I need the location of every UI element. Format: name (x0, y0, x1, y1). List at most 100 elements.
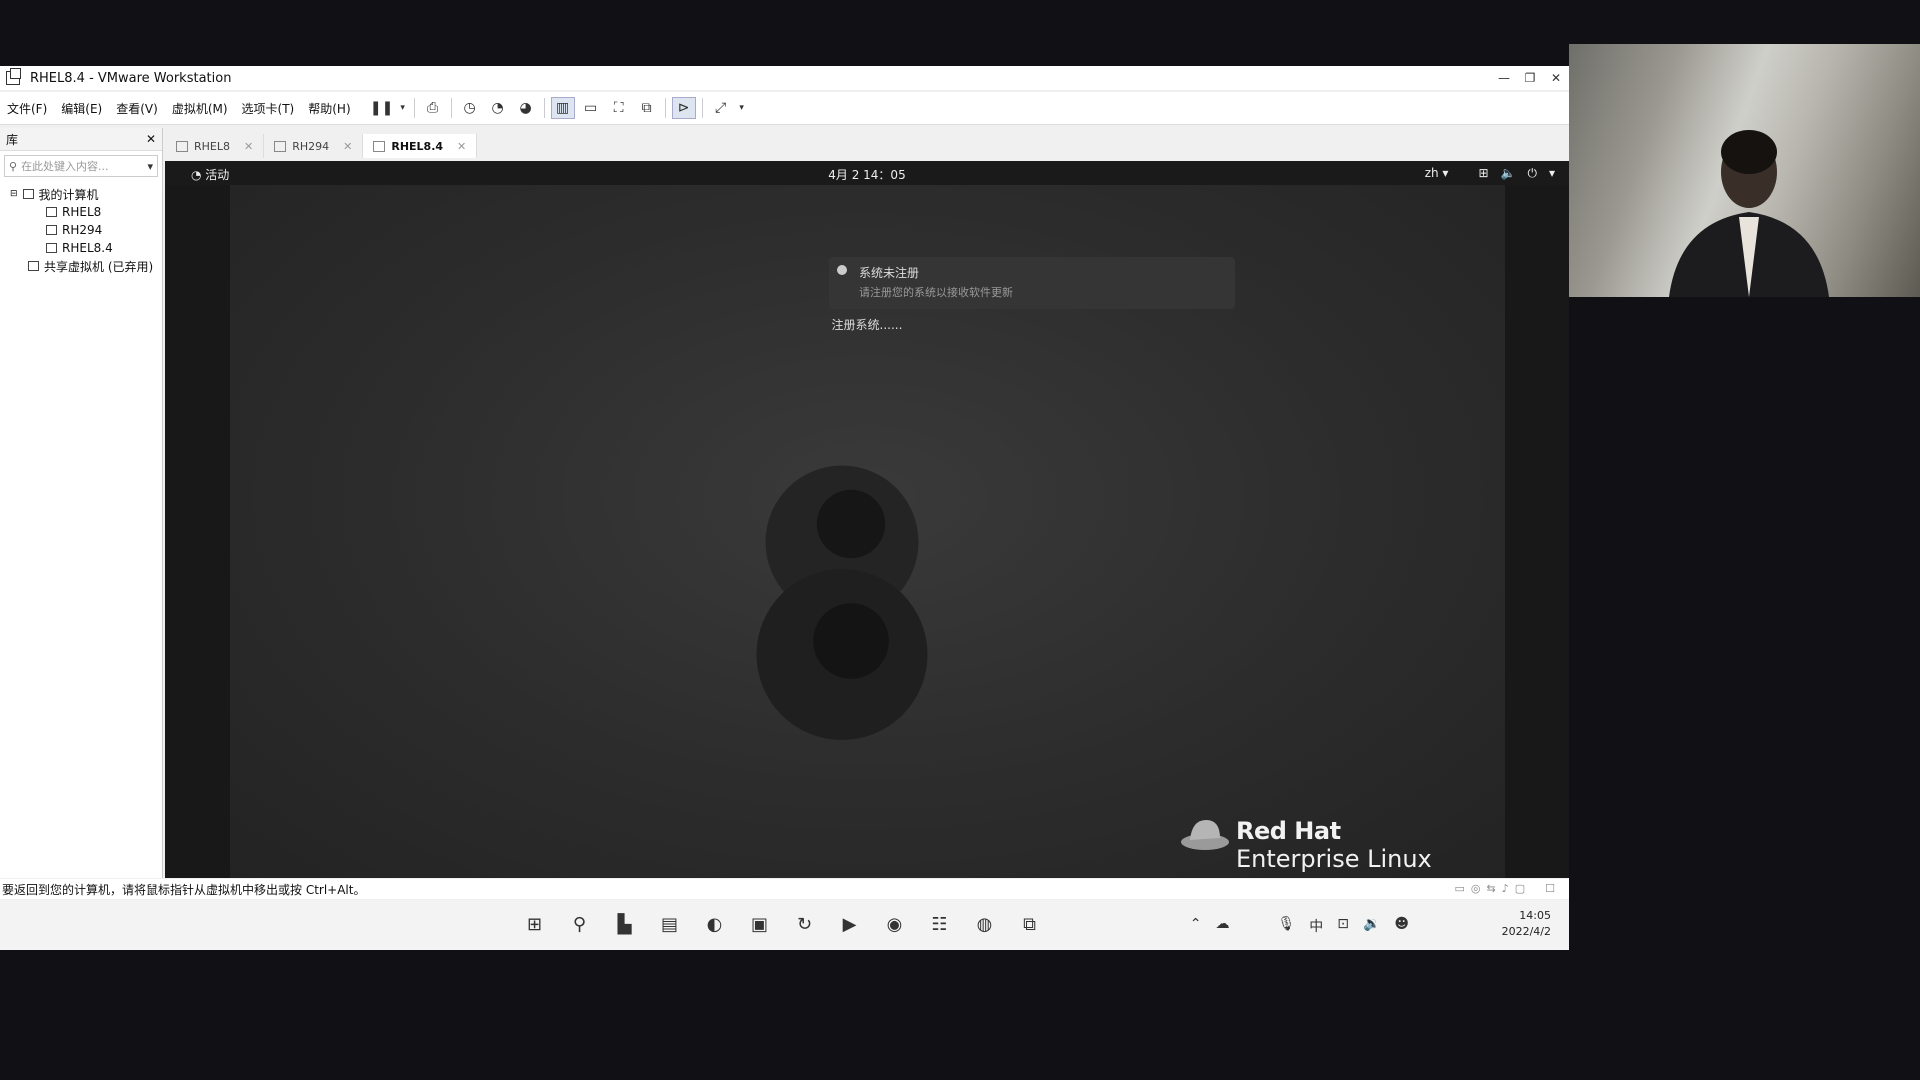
full-screen-icon[interactable]: ⛶ (607, 97, 631, 119)
store-icon[interactable]: ▣ (747, 912, 772, 937)
vmware-taskbar-icon[interactable]: ⧉ (1017, 912, 1042, 937)
toolbar-separator (664, 98, 666, 118)
device-status-icons: ▭ ◎ ⇆ ♪ ▢ ☐ (1454, 882, 1555, 895)
show-library-icon[interactable]: ▥ (550, 97, 575, 119)
onedrive-icon[interactable]: ☁ (1215, 916, 1229, 936)
input-language-indicator[interactable]: zh ▾ (1425, 166, 1449, 181)
vm-console[interactable]: ◔ 活动 4月 2 14：05 zh ▾ ⊞ 🔈 ⏻ ▾ 系统未注册 请注册您的… (165, 161, 1569, 878)
app-icon[interactable]: ↻ (792, 912, 817, 937)
close-tab-icon[interactable]: ✕ (244, 140, 253, 153)
message-log-icon[interactable]: ☐ (1545, 882, 1555, 895)
register-system-button[interactable]: 注册系统...... (165, 316, 1569, 333)
close-tab-icon[interactable]: ✕ (457, 140, 466, 153)
library-search-input[interactable]: ⚲ 在此处键入内容... ▾ (4, 155, 158, 177)
microphone-icon[interactable]: 🎙 (1277, 916, 1295, 936)
vm-icon (46, 207, 57, 217)
toolbar-separator (701, 98, 703, 118)
meet-now-icon[interactable]: ☻ (1394, 916, 1409, 936)
send-ctrl-alt-del-icon[interactable]: ⎙ (421, 97, 445, 119)
close-button[interactable]: ✕ (1543, 71, 1569, 85)
tree-node-vm[interactable]: RHEL8.4 (0, 239, 162, 257)
tab-label: RHEL8 (194, 139, 230, 153)
cd-dvd-icon[interactable]: ◎ (1471, 882, 1481, 895)
menu-file[interactable]: 文件(F) (0, 100, 54, 117)
snapshot-icon[interactable]: ◷ (458, 97, 482, 119)
volume-icon[interactable]: 🔉 (1363, 916, 1380, 936)
unity-icon[interactable]: ⧉ (635, 97, 659, 119)
notification-title: 系统未注册 (859, 266, 920, 280)
vm-running-icon (46, 243, 57, 253)
taskbar-clock[interactable]: 14:05 2022/4/2 (1502, 908, 1551, 940)
tab-rh294[interactable]: RH294 ✕ (264, 134, 364, 158)
gnome-top-bar: ◔ 活动 4月 2 14：05 zh ▾ ⊞ 🔈 ⏻ ▾ (165, 161, 1569, 185)
library-tree: ⊟ 我的计算机 RHEL8 RH294 RHEL8.4 共享虚拟机 (已弃用) (0, 181, 162, 275)
network-adapter-icon[interactable]: ⇆ (1486, 882, 1495, 895)
menu-help[interactable]: 帮助(H) (301, 100, 357, 117)
register-system-label: 注册系统...... (831, 318, 903, 332)
network-icon[interactable]: ⊡ (1337, 916, 1349, 936)
revert-snapshot-icon[interactable]: ◔ (486, 97, 510, 119)
vm-icon (176, 140, 188, 152)
minimize-button[interactable]: — (1491, 71, 1517, 85)
edge-browser-icon[interactable]: ◐ (702, 912, 727, 937)
menu-vm[interactable]: 虚拟机(M) (165, 100, 235, 117)
thumbnail-bar-icon[interactable]: ▭ (579, 97, 603, 119)
hard-disk-icon[interactable]: ▭ (1454, 882, 1464, 895)
restore-button[interactable]: ❐ (1517, 71, 1543, 85)
system-tray: ⌃ ☁ 🎙 中 ⊡ 🔉 ☻ (1190, 916, 1409, 936)
rhel8-logo (756, 465, 928, 740)
menu-view[interactable]: 查看(V) (109, 100, 165, 117)
gnome-status-area[interactable]: zh ▾ ⊞ 🔈 ⏻ ▾ (1425, 166, 1555, 181)
file-explorer-icon[interactable]: ▤ (657, 912, 682, 937)
tree-label-vm: RHEL8.4 (62, 241, 113, 255)
window-title: RHEL8.4 - VMware Workstation (30, 70, 232, 86)
search-icon[interactable]: ⚲ (567, 912, 592, 937)
stretch-guest-icon[interactable]: ⤢ (709, 97, 733, 119)
media-player-icon[interactable]: ▶ (837, 912, 862, 937)
search-icon: ⚲ (9, 159, 18, 173)
obs-icon[interactable]: ◍ (972, 912, 997, 937)
windows-taskbar: ⊞ ⚲ ▙ ▤ ◐ ▣ ↻ ▶ ◉ ☷ ◍ ⧉ ⌃ ☁ 🎙 中 ⊡ 🔉 ☻ 14… (0, 900, 1569, 950)
computer-icon (22, 189, 34, 199)
tree-node-vm[interactable]: RH294 (0, 221, 162, 239)
tab-label: RH294 (292, 139, 330, 153)
menu-edit[interactable]: 编辑(E) (54, 100, 109, 117)
task-view-icon[interactable]: ▙ (612, 912, 637, 937)
network-icon: ⊞ (1478, 166, 1489, 180)
vm-running-icon (373, 140, 386, 152)
pause-icon[interactable]: ❚❚ (370, 97, 394, 119)
library-title: 库 (6, 132, 19, 147)
vm-tab-strip: RHEL8 ✕ RH294 ✕ RHEL8.4 ✕ (166, 132, 1569, 158)
app-icon[interactable]: ◉ (882, 912, 907, 937)
dropdown-arrow-icon[interactable]: ▾ (398, 97, 408, 119)
tab-rhel8[interactable]: RHEL8 ✕ (166, 134, 265, 158)
sound-card-icon[interactable]: ♪ (1502, 882, 1509, 895)
gnome-clock[interactable]: 4月 2 14：05 (165, 166, 1569, 183)
tree-node-my-computer[interactable]: ⊟ 我的计算机 (0, 185, 162, 203)
notification-banner[interactable]: 系统未注册 请注册您的系统以接收软件更新 (829, 257, 1235, 309)
display-icon[interactable]: ▢ (1515, 882, 1525, 895)
status-bar: 要返回到您的计算机，请将鼠标指针从虚拟机中移出或按 Ctrl+Alt。 ▭ ◎ … (0, 879, 1569, 899)
menu-tabs[interactable]: 选项卡(T) (235, 100, 302, 117)
tree-node-shared-vms[interactable]: 共享虚拟机 (已弃用) (0, 257, 162, 275)
collapse-icon[interactable]: ⊟ (10, 189, 18, 199)
console-view-icon[interactable]: ⊳ (671, 97, 696, 119)
vmware-app-icon (6, 68, 21, 85)
tab-rhel8-4[interactable]: RHEL8.4 ✕ (363, 134, 478, 158)
start-icon[interactable]: ⊞ (522, 912, 547, 937)
dropdown-arrow-icon[interactable]: ▾ (737, 97, 747, 119)
chevron-down-icon[interactable]: ▾ (147, 160, 153, 173)
toolbar-separator (450, 98, 452, 118)
tree-label-vm: RHEL8 (62, 205, 102, 219)
tree-node-vm[interactable]: RHEL8 (0, 203, 162, 221)
snapshot-manager-icon[interactable]: ◕ (514, 97, 538, 119)
title-bar: RHEL8.4 - VMware Workstation — ❐ ✕ (0, 66, 1569, 90)
vm-icon (274, 140, 287, 152)
ime-indicator[interactable]: 中 (1309, 916, 1323, 936)
close-library-icon[interactable]: ✕ (146, 132, 156, 146)
notepad-icon[interactable]: ☷ (927, 912, 952, 937)
close-tab-icon[interactable]: ✕ (343, 140, 352, 153)
brand-line-2: Enterprise Linux (1236, 845, 1432, 873)
tab-label: RHEL8.4 (391, 139, 444, 153)
show-hidden-icons-icon[interactable]: ⌃ (1190, 916, 1202, 936)
